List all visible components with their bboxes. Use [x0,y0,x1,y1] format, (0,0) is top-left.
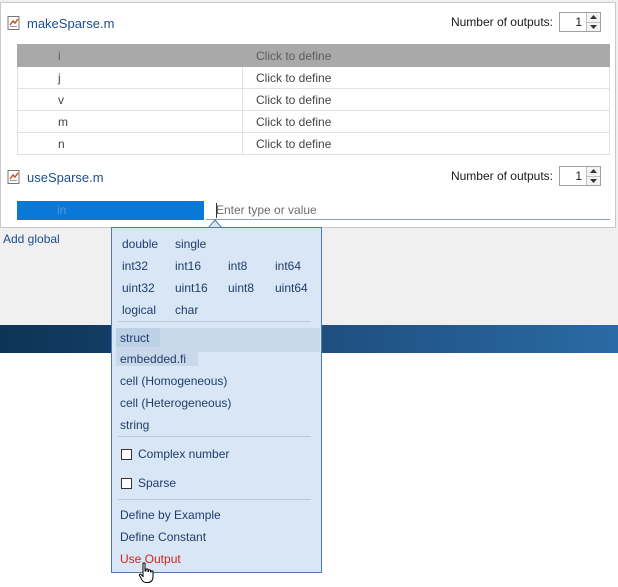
hand-pointer-icon [138,562,154,583]
table-row[interactable]: v Click to define [17,88,610,111]
outputs-label: Number of outputs: [450,169,553,183]
args-table-makesparse: i Click to define j Click to define v Cl… [17,44,610,155]
function-file-name[interactable]: useSparse.m [27,170,104,185]
function-file-name[interactable]: makeSparse.m [27,16,114,31]
arg-name: m [17,110,243,133]
type-option-struct[interactable]: struct [120,331,149,345]
outputs-value[interactable]: 1 [560,167,586,185]
arg-type-cell[interactable]: Click to define [242,132,610,155]
arg-type-cell[interactable]: Click to define [242,44,610,67]
type-option-char[interactable]: char [175,303,198,317]
checkbox-label: Sparse [138,476,177,490]
add-global-link[interactable]: Add global [3,232,60,246]
table-row[interactable]: n Click to define [17,132,610,155]
type-option-int64[interactable]: int64 [275,259,301,273]
arg-name: j [17,66,243,89]
table-row[interactable]: j Click to define [17,66,610,89]
type-option-int32[interactable]: int32 [122,259,148,273]
table-row[interactable]: m Click to define [17,110,610,133]
matlab-file-icon [7,16,21,30]
function-header-usesparse[interactable]: useSparse.m [7,166,104,188]
text-caret [216,203,217,218]
arg-type-cell[interactable]: Click to define [242,66,610,89]
arg-name: n [17,132,243,155]
menu-separator [118,436,311,437]
matlab-file-icon [7,170,21,184]
type-option-int8[interactable]: int8 [228,259,247,273]
type-option-cell-heterogeneous[interactable]: cell (Heterogeneous) [120,396,231,410]
selected-arg-name[interactable]: in [17,201,204,220]
table-row[interactable]: i Click to define [17,44,610,67]
type-option-uint16[interactable]: uint16 [175,281,208,295]
type-option-embedded-fi[interactable]: embedded.fi [120,352,186,366]
type-option-string[interactable]: string [120,418,149,432]
outputs-label: Number of outputs: [450,15,553,29]
type-option-logical[interactable]: logical [122,303,156,317]
type-option-uint8[interactable]: uint8 [228,281,254,295]
type-option-uint32[interactable]: uint32 [122,281,155,295]
entry-points-panel: makeSparse.m Number of outputs: 1 i Clic… [0,2,616,228]
arg-name: v [17,88,243,111]
outputs-spinner[interactable]: 1 [559,166,601,186]
checkbox-unchecked-icon[interactable] [121,477,132,489]
type-option-single[interactable]: single [175,237,206,251]
menu-separator [118,321,311,322]
type-value-input[interactable] [206,201,610,220]
spinner-down-icon[interactable] [587,175,600,185]
checkbox-label: Complex number [138,447,230,461]
arg-type-cell[interactable]: Click to define [242,110,610,133]
function-header-makesparse[interactable]: makeSparse.m [7,12,114,34]
spinner-up-icon[interactable] [587,167,600,176]
type-dropdown-menu: double single int32 int16 int8 int64 uin… [111,227,322,573]
outputs-control-usesparse: Number of outputs: 1 [451,165,601,187]
outputs-spinner[interactable]: 1 [559,12,601,32]
type-option-uint64[interactable]: uint64 [275,281,308,295]
menu-separator [118,499,311,500]
define-by-example-option[interactable]: Define by Example [120,508,221,522]
type-option-double[interactable]: double [122,237,158,251]
define-constant-option[interactable]: Define Constant [120,530,206,544]
spinner-up-icon[interactable] [587,13,600,22]
type-option-cell-homogeneous[interactable]: cell (Homogeneous) [120,374,227,388]
checkbox-unchecked-icon[interactable] [121,448,132,460]
spinner-down-icon[interactable] [587,21,600,31]
type-option-int16[interactable]: int16 [175,259,201,273]
complex-number-checkbox[interactable]: Complex number [121,447,229,461]
arg-type-cell[interactable]: Click to define [242,88,610,111]
outputs-control-makesparse: Number of outputs: 1 [451,11,601,33]
outputs-value[interactable]: 1 [560,13,586,31]
arg-name: i [17,44,243,67]
arg-edit-row: in [17,199,610,221]
sparse-checkbox[interactable]: Sparse [121,476,176,490]
